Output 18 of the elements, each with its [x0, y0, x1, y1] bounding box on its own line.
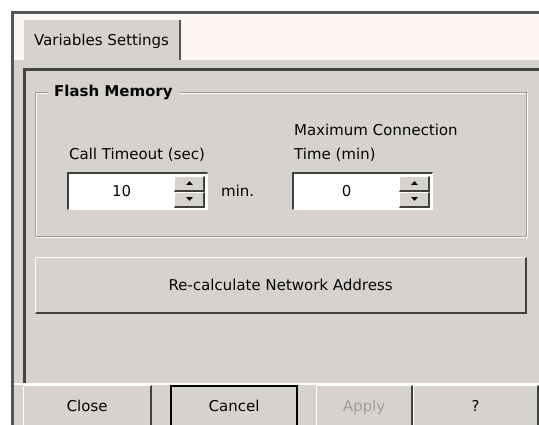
field-label: Call Timeout (sec)	[68, 144, 206, 165]
up-arrow-icon	[410, 181, 418, 185]
down-arrow-icon	[186, 197, 192, 201]
recalculate-button[interactable]: Re-calculate Network Address	[35, 257, 527, 314]
spin-up-button[interactable]	[399, 176, 430, 192]
tab[interactable]: Variables Settings	[24, 20, 181, 60]
down-arrow-icon	[410, 197, 418, 201]
dialog-button[interactable]: Cancel	[170, 385, 298, 425]
unit-label: min.	[221, 180, 254, 202]
spin-down-button[interactable]	[399, 192, 430, 208]
spin-down-button[interactable]	[174, 192, 205, 208]
spin-up-button[interactable]	[174, 176, 205, 192]
up-arrow-icon	[186, 181, 192, 185]
field-label: Maximum Connection Time (min)	[293, 120, 459, 165]
spin-field[interactable]: 0	[292, 172, 433, 210]
spin-field[interactable]: 10	[67, 172, 208, 210]
dialog-button[interactable]: Close	[23, 385, 152, 425]
dialog-button[interactable]: ?	[413, 385, 539, 425]
